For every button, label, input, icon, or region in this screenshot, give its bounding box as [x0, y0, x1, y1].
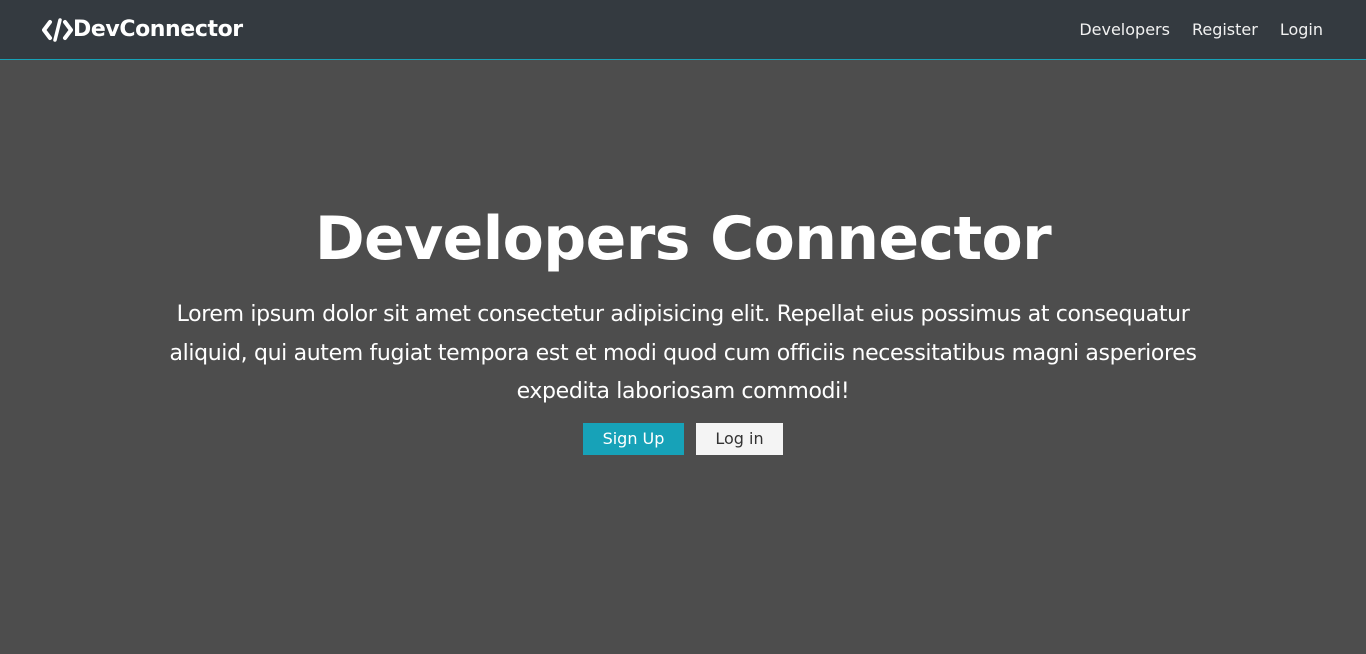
- hero-description: Lorem ipsum dolor sit amet consectetur a…: [169, 302, 1197, 404]
- login-link[interactable]: Login: [1280, 19, 1323, 41]
- sign-up-button[interactable]: Sign Up: [583, 423, 684, 455]
- log-in-button[interactable]: Log in: [696, 423, 783, 455]
- register-link[interactable]: Register: [1192, 19, 1258, 41]
- landing-hero: Developers Connector Lorem ipsum dolor s…: [0, 61, 1366, 654]
- navigation-links: Developers Register Login: [1079, 19, 1323, 41]
- code-icon: [42, 15, 73, 45]
- main-navbar: DevConnector Developers Register Login: [0, 0, 1366, 60]
- hero-title: Developers Connector: [314, 204, 1052, 274]
- brand-link[interactable]: DevConnector: [42, 15, 243, 45]
- brand-name: DevConnector: [73, 17, 243, 42]
- developers-link[interactable]: Developers: [1079, 19, 1170, 41]
- hero-actions: Sign Up Log in: [0, 423, 1366, 455]
